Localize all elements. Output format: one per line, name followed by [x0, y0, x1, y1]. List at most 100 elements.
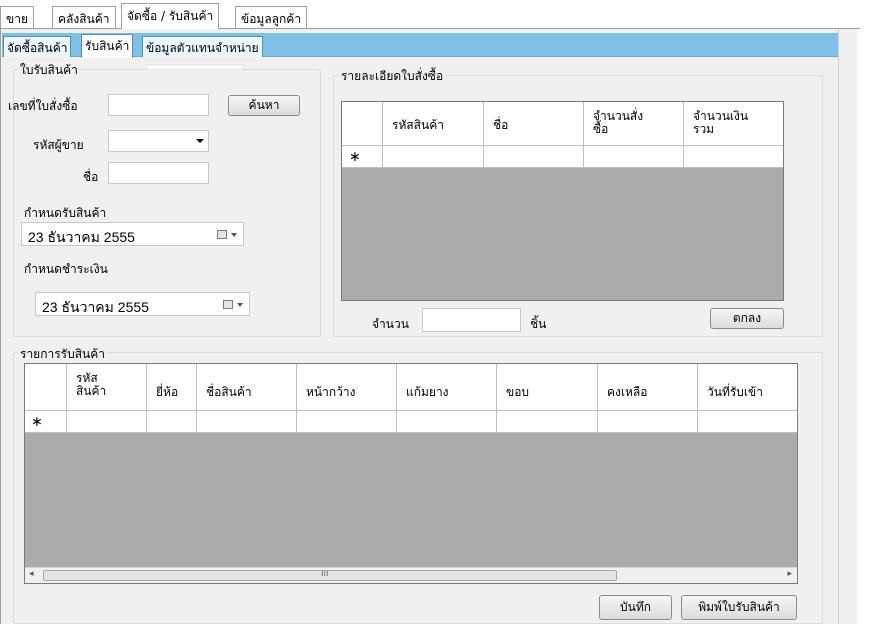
- grid-header: รหัสสินค้า ชื่อ จำนวนสั่ง ซื้อ จำนวนเงิน…: [342, 102, 783, 146]
- column-header-label: ยี่ห้อ: [156, 385, 179, 399]
- receive-date-label: กำหนดรับสินค้า: [24, 206, 107, 220]
- receive-list-grid[interactable]: รหัส สินค้า ยี่ห้อ ชื่อสินค้า หน้ากว้าง …: [24, 363, 798, 584]
- chevron-down-icon[interactable]: [196, 139, 204, 143]
- receipt-group-title: ใบรับสินค้า: [18, 61, 80, 80]
- new-row[interactable]: ∗: [342, 146, 783, 168]
- column-header-label: วันที่รับเข้า: [707, 385, 763, 399]
- column-header-label: คงเหลือ: [607, 385, 648, 399]
- column-header[interactable]: แก้มยาง: [397, 364, 497, 411]
- vendor-code-combobox[interactable]: [108, 130, 209, 152]
- grid-cell[interactable]: [297, 411, 397, 433]
- grid-header: รหัส สินค้า ยี่ห้อ ชื่อสินค้า หน้ากว้าง …: [25, 364, 797, 411]
- po-number-input[interactable]: [108, 94, 209, 116]
- grid-cell[interactable]: [397, 411, 497, 433]
- column-header-label: รหัสสินค้า: [392, 118, 444, 132]
- grid-cell[interactable]: [484, 146, 584, 168]
- column-header-label: จำนวนสั่ง ซื้อ: [593, 109, 644, 136]
- new-row-marker: ∗: [31, 414, 43, 430]
- subtab-purchase[interactable]: จัดซื้อสินค้า: [3, 36, 72, 57]
- scroll-left-icon[interactable]: ◂: [29, 569, 34, 579]
- right-panel: [838, 29, 857, 624]
- column-header[interactable]: หน้ากว้าง: [297, 364, 397, 411]
- column-header[interactable]: ยี่ห้อ: [147, 364, 197, 411]
- row-header-corner: [25, 364, 67, 411]
- title-highlight: [146, 64, 244, 70]
- column-header[interactable]: ขอบ: [497, 364, 598, 411]
- grid-cell[interactable]: [598, 411, 698, 433]
- column-header-label: หน้ากว้าง: [306, 385, 356, 399]
- receive-list-group-title: รายการรับสินค้า: [18, 345, 108, 364]
- new-row-marker: ∗: [349, 149, 361, 165]
- print-receipt-button[interactable]: พิมพ์ใบรับสินค้า: [681, 595, 797, 620]
- column-header[interactable]: รหัส สินค้า: [67, 364, 147, 411]
- row-header-corner: [342, 102, 383, 146]
- scrollbar-thumb[interactable]: ııı: [43, 569, 617, 581]
- tab-purchasing[interactable]: จัดซื้อ / รับสินค้า: [121, 3, 220, 29]
- grid-cell[interactable]: [584, 146, 684, 168]
- unit-label: ชิ้น: [530, 317, 547, 331]
- column-header-label: ชื่อ: [493, 118, 509, 132]
- column-header[interactable]: วันที่รับเข้า: [698, 364, 797, 411]
- vendor-code-label: รหัสผู้ขาย: [33, 138, 84, 152]
- payment-date-value: 23 ธันวาคม 2555: [42, 299, 149, 315]
- grid-cell[interactable]: [67, 411, 147, 433]
- tab-sales[interactable]: ขาย: [0, 6, 34, 28]
- tab-customers[interactable]: ข้อมูลลูกค้า: [235, 6, 308, 28]
- tab-label: ขาย: [6, 12, 28, 26]
- grid-cell[interactable]: [197, 411, 297, 433]
- column-header[interactable]: รหัสสินค้า: [383, 102, 484, 146]
- column-header[interactable]: คงเหลือ: [598, 364, 698, 411]
- quantity-input[interactable]: [422, 308, 521, 332]
- column-header-label: ชื่อสินค้า: [206, 385, 252, 399]
- payment-date-picker[interactable]: 23 ธันวาคม 2555: [35, 292, 250, 316]
- column-header[interactable]: จำนวนเงิน รวม: [684, 102, 783, 146]
- column-header[interactable]: จำนวนสั่ง ซื้อ: [584, 102, 684, 146]
- ok-button-label: ตกลง: [732, 311, 762, 325]
- chevron-down-icon[interactable]: [231, 233, 237, 237]
- calendar-icon[interactable]: [223, 300, 233, 309]
- scroll-right-icon[interactable]: ▸: [787, 569, 792, 579]
- po-number-label: เลขที่ใบสั่งซื้อ: [8, 99, 78, 113]
- grid-cell[interactable]: [497, 411, 598, 433]
- quantity-label: จำนวน: [372, 317, 409, 331]
- row-header[interactable]: ∗: [25, 411, 67, 433]
- grid-cell[interactable]: [147, 411, 197, 433]
- subtab-label: ข้อมูลตัวแทนจำหน่าย: [146, 41, 259, 55]
- tab-label: ข้อมูลลูกค้า: [241, 12, 302, 26]
- tab-warehouse[interactable]: คลังสินค้า: [52, 6, 116, 28]
- calendar-icon[interactable]: [217, 230, 227, 239]
- name-label: ชื่อ: [83, 170, 99, 184]
- grid-cell[interactable]: [383, 146, 484, 168]
- row-header[interactable]: ∗: [342, 146, 383, 168]
- column-header[interactable]: ชื่อสินค้า: [197, 364, 297, 411]
- scroll-grip: ııı: [321, 569, 329, 579]
- receive-date-picker[interactable]: 23 ธันวาคม 2555: [21, 222, 244, 246]
- po-details-group-title: รายละเอียดใบสั่งซื้อ: [339, 67, 446, 86]
- grid-cell[interactable]: [684, 146, 783, 168]
- column-header-label: จำนวนเงิน รวม: [693, 109, 749, 136]
- horizontal-scrollbar[interactable]: ◂ ııı ▸: [25, 567, 797, 583]
- vendor-name-input[interactable]: [108, 162, 209, 184]
- subtab-dealer-info[interactable]: ข้อมูลตัวแทนจำหน่าย: [142, 36, 263, 57]
- ok-button[interactable]: ตกลง: [710, 308, 784, 329]
- subtab-label: จัดซื้อสินค้า: [7, 41, 68, 55]
- payment-date-label: กำหนดชำระเงิน: [24, 262, 108, 276]
- po-details-grid[interactable]: รหัสสินค้า ชื่อ จำนวนสั่ง ซื้อ จำนวนเงิน…: [341, 101, 784, 301]
- subtab-label: รับสินค้า: [85, 39, 130, 53]
- subtab-receive[interactable]: รับสินค้า: [81, 34, 134, 58]
- receive-date-value: 23 ธันวาคม 2555: [28, 229, 135, 245]
- grid-cell[interactable]: [698, 411, 797, 433]
- column-header-label: ขอบ: [506, 385, 530, 399]
- tab-label: จัดซื้อ / รับสินค้า: [127, 9, 214, 23]
- tab-label: คลังสินค้า: [58, 12, 110, 26]
- chevron-down-icon[interactable]: [237, 303, 243, 307]
- new-row[interactable]: ∗: [25, 411, 797, 433]
- save-button-label: บันทึก: [620, 600, 651, 614]
- column-header-label: รหัส สินค้า: [76, 371, 107, 398]
- search-button[interactable]: ค้นหา: [228, 95, 300, 116]
- search-button-label: ค้นหา: [248, 98, 280, 112]
- column-header-label: แก้มยาง: [406, 385, 449, 399]
- save-button[interactable]: บันทึก: [599, 595, 672, 620]
- column-header[interactable]: ชื่อ: [484, 102, 584, 146]
- print-button-label: พิมพ์ใบรับสินค้า: [698, 600, 780, 614]
